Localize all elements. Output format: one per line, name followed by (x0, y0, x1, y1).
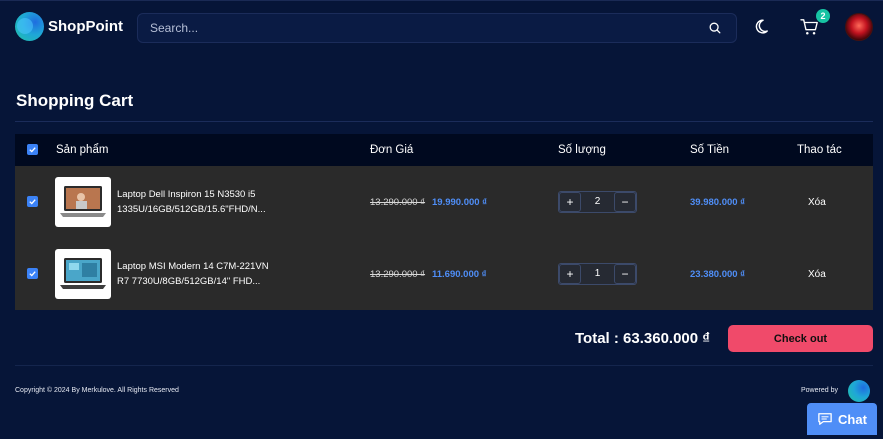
delete-button[interactable]: Xóa (808, 197, 826, 208)
qty-increase-button[interactable]: + (559, 264, 581, 284)
product-name[interactable]: Laptop MSI Modern 14 C7M-221VN R7 7730U/… (117, 259, 317, 289)
cart-total: Total : 63.360.000 ₫ (575, 330, 710, 347)
top-navbar: ShopPoint 2 (0, 0, 883, 54)
product-image[interactable] (55, 249, 111, 299)
brand-logo[interactable]: ShopPoint (15, 12, 123, 41)
title-divider (15, 121, 873, 122)
qty-value[interactable]: 2 (581, 192, 614, 212)
qty-decrease-button[interactable]: − (614, 264, 636, 284)
cart-count-badge: 2 (816, 9, 830, 23)
item-subtotal: 39.980.000 ₫ (690, 197, 746, 208)
check-icon (29, 271, 36, 277)
table-row: Laptop Dell Inspiron 15 N3530 i5 1335U/1… (15, 166, 873, 238)
header-product: Sản phẩm (56, 144, 109, 156)
old-price: 13.290.000 ₫ (370, 197, 426, 208)
unit-price: 11.690.000 ₫ (432, 269, 487, 280)
search-icon[interactable] (708, 21, 722, 35)
item-checkbox[interactable] (27, 196, 38, 207)
chat-button[interactable]: Chat (807, 403, 877, 435)
table-row: Laptop MSI Modern 14 C7M-221VN R7 7730U/… (15, 238, 873, 310)
moon-icon[interactable] (755, 18, 773, 36)
laptop-image (60, 186, 106, 217)
avatar[interactable] (845, 13, 873, 41)
laptop-image (60, 258, 106, 289)
chat-label: Chat (838, 411, 867, 427)
product-name[interactable]: Laptop Dell Inspiron 15 N3530 i5 1335U/1… (117, 187, 317, 217)
header-quantity: Số lượng (558, 144, 606, 156)
cart-table: Sản phẩm Đơn Giá Số lượng Số Tiền Thao t… (15, 134, 873, 310)
checkout-button[interactable]: Check out (728, 325, 873, 352)
item-checkbox[interactable] (27, 268, 38, 279)
header-amount: Số Tiền (690, 144, 729, 156)
check-icon (29, 199, 36, 205)
header-unit-price: Đơn Giá (370, 144, 414, 156)
quantity-stepper: + 1 − (558, 263, 637, 285)
chat-bubble-icon (818, 413, 832, 425)
unit-price: 19.990.000 ₫ (432, 197, 488, 208)
logo-icon (15, 12, 44, 41)
qty-decrease-button[interactable]: − (614, 192, 636, 212)
delete-button[interactable]: Xóa (808, 269, 826, 280)
old-price: 13.290.000 ₫ (370, 269, 426, 280)
qty-increase-button[interactable]: + (559, 192, 581, 212)
qty-value[interactable]: 1 (581, 264, 614, 284)
copyright-text: Copyright © 2024 By Merkulove. All Right… (15, 387, 179, 394)
powered-by-logo-icon[interactable] (848, 380, 870, 402)
check-icon (29, 147, 36, 153)
brand-name: ShopPoint (48, 18, 123, 35)
quantity-stepper: + 2 − (558, 191, 637, 213)
product-image[interactable] (55, 177, 111, 227)
powered-by-text: Powered by (801, 387, 838, 394)
table-header: Sản phẩm Đơn Giá Số lượng Số Tiền Thao t… (15, 134, 873, 166)
select-all-checkbox[interactable] (27, 144, 38, 155)
footer-divider (15, 365, 873, 366)
page-title: Shopping Cart (16, 91, 134, 110)
header-action: Thao tác (797, 144, 842, 156)
search-input[interactable] (150, 14, 690, 42)
search-bar (137, 13, 737, 43)
item-subtotal: 23.380.000 ₫ (690, 269, 746, 280)
